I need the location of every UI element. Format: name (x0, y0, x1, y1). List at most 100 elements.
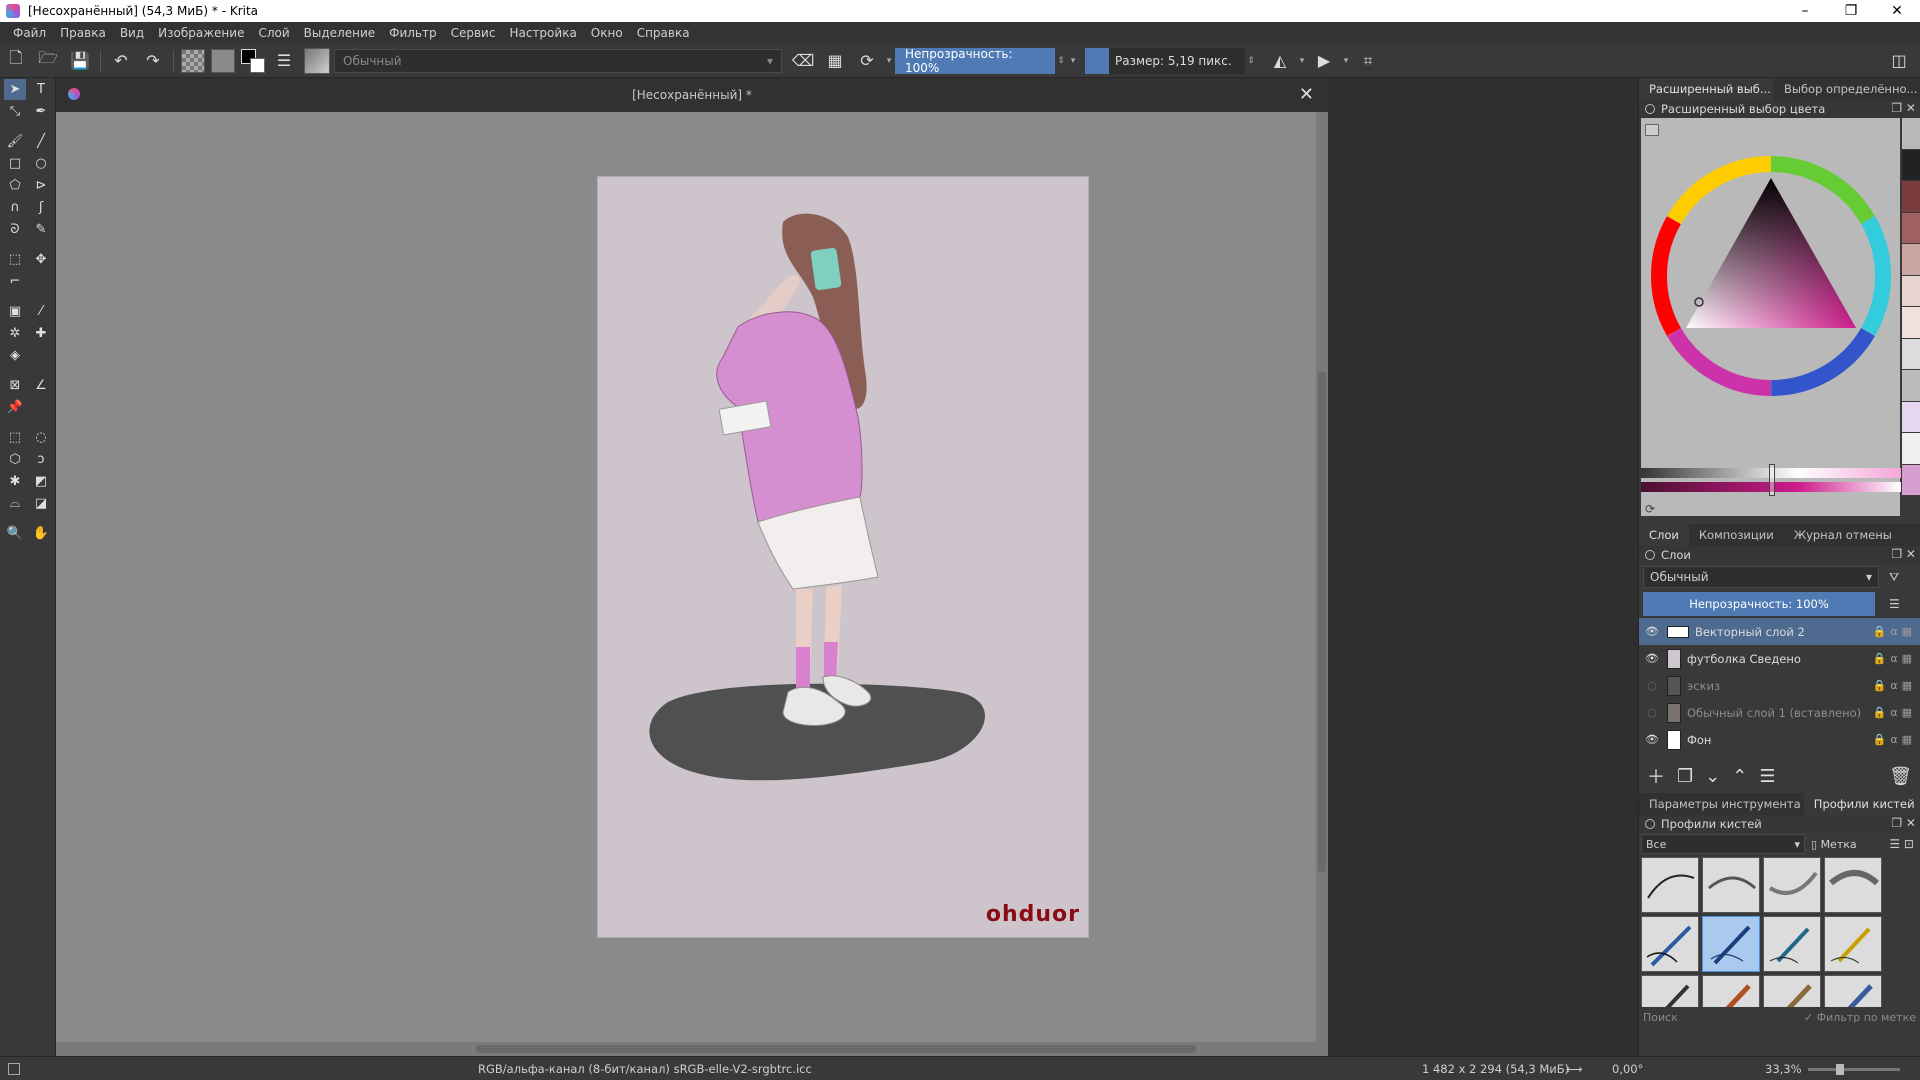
colorize-mask-tool-icon[interactable]: ✲ (4, 323, 26, 344)
gradient-tool-icon[interactable]: ▣ (4, 301, 26, 322)
tab-brush-presets[interactable]: Профили кистей (1803, 793, 1920, 815)
brush-preset[interactable] (1641, 857, 1699, 913)
similar-select-tool-icon[interactable]: ◩ (30, 471, 52, 492)
color-swatch[interactable] (1902, 401, 1920, 433)
panel-float-close-icons[interactable]: ❐ ✕ (1891, 547, 1916, 561)
magnetic-select-tool-icon[interactable]: ◪ (30, 493, 52, 514)
refresh-icon[interactable]: ⟳ (1645, 502, 1655, 516)
new-document-icon[interactable]: 🗋 (3, 48, 29, 74)
layer-opacity-slider[interactable]: Непрозрачность: 100% (1643, 592, 1875, 616)
brush-preset[interactable] (1763, 975, 1821, 1007)
polygon-tool-icon[interactable]: ⬠ (4, 175, 26, 196)
panel-float-close-icons[interactable]: ❐ ✕ (1891, 816, 1916, 830)
polyline-tool-icon[interactable]: ⊳ (30, 175, 52, 196)
add-layer-icon[interactable]: ＋ (1647, 763, 1665, 789)
pan-tool-icon[interactable]: ✋ (30, 523, 52, 544)
tab-compositions[interactable]: Композиции (1689, 524, 1784, 546)
brush-preset-selected[interactable] (1702, 916, 1760, 972)
freehand-path-tool-icon[interactable]: ʃ (30, 197, 52, 218)
save-icon[interactable]: 💾 (67, 48, 93, 74)
menu-tools[interactable]: Сервис (451, 26, 496, 40)
brush-tag-dropdown[interactable]: Все ▾ (1641, 834, 1805, 854)
menu-view[interactable]: Вид (120, 26, 144, 40)
chevron-down-icon[interactable]: ▾ (1340, 56, 1352, 66)
zoom-slider[interactable] (1808, 1064, 1900, 1075)
menu-filter[interactable]: Фильтр (389, 26, 436, 40)
layer-lock-alpha-icons[interactable]: 🔒α▦ (1873, 733, 1916, 746)
transform-tool-icon[interactable]: ⬚ (4, 249, 26, 270)
filter-by-tag-checkbox[interactable]: ✓ Фильтр по метке (1804, 1011, 1916, 1024)
line-tool-icon[interactable]: ╱ (30, 131, 52, 152)
dynamic-brush-tool-icon[interactable]: ᘐ (4, 219, 26, 240)
mirror-vertical-icon[interactable]: ▶ (1311, 48, 1337, 74)
layer-lock-alpha-icons[interactable]: 🔒α▦ (1873, 625, 1916, 638)
close-document-icon[interactable]: ✕ (1299, 84, 1314, 105)
minimize-button[interactable]: – (1782, 0, 1828, 22)
brush-size-slider[interactable]: Размер: 5,19 пикс. (1085, 47, 1245, 74)
edit-shapes-tool-icon[interactable]: ⤡ (4, 101, 26, 122)
crop-tool-icon[interactable]: ⌐ (4, 271, 26, 292)
horizontal-scroll-thumb[interactable] (476, 1045, 1196, 1053)
color-picker-tool-icon[interactable]: ⁄ (30, 301, 52, 322)
mirror-horizontal-icon[interactable]: ◭ (1267, 48, 1293, 74)
brush-preset[interactable] (1824, 916, 1882, 972)
visibility-eye-icon[interactable]: 👁 (1643, 733, 1661, 746)
hidden-eye-icon[interactable]: ○ (1643, 679, 1661, 692)
color-swatch[interactable] (1902, 307, 1920, 339)
eraser-mode-icon[interactable]: ⌫ (790, 48, 816, 74)
preserve-alpha-icon[interactable]: ▦ (822, 48, 848, 74)
document-tab[interactable]: [Несохранённый] * ✕ (56, 78, 1328, 112)
brush-tag-button[interactable]: ▯ Метка (1811, 838, 1857, 851)
color-swatch[interactable] (1902, 181, 1920, 213)
layer-properties-icon[interactable]: ☰ (1759, 766, 1775, 787)
selection-mode-icon[interactable] (8, 1062, 20, 1075)
color-swatch[interactable] (1902, 370, 1920, 402)
rotation-status[interactable]: 0,00° (1612, 1062, 1643, 1076)
freehand-brush-tool-icon[interactable]: 🖌 (4, 131, 26, 152)
brush-preset-thumbnail[interactable] (304, 47, 330, 74)
freehand-select-tool-icon[interactable]: ↄ (30, 449, 52, 470)
menu-file[interactable]: Файл (13, 26, 46, 40)
assistant-tool-icon[interactable]: ⊠ (4, 375, 26, 396)
visibility-eye-icon[interactable]: 👁 (1643, 625, 1661, 638)
bezier-select-tool-icon[interactable]: ⌓ (4, 493, 26, 514)
lock-icon[interactable] (1645, 819, 1655, 829)
menu-select[interactable]: Выделение (304, 26, 375, 40)
color-wheel[interactable] (1641, 148, 1901, 408)
rect-select-tool-icon[interactable]: ⬚ (4, 427, 26, 448)
move-layer-down-icon[interactable]: ⌄ (1705, 766, 1720, 787)
brush-preset[interactable] (1641, 916, 1699, 972)
brush-preset[interactable] (1763, 857, 1821, 913)
hidden-eye-icon[interactable]: ○ (1643, 706, 1661, 719)
pattern-selector[interactable] (181, 48, 205, 73)
wrap-around-icon[interactable]: ⌗ (1355, 48, 1381, 74)
color-swatch[interactable] (1902, 464, 1920, 496)
measure-tool-icon[interactable]: ∠ (30, 375, 52, 396)
gradient-selector[interactable] (211, 48, 235, 73)
ellipse-tool-icon[interactable]: ○ (30, 153, 52, 174)
color-swatch[interactable] (1902, 244, 1920, 276)
rectangle-tool-icon[interactable]: □ (4, 153, 26, 174)
menu-settings[interactable]: Настройка (509, 26, 576, 40)
menu-layer[interactable]: Слой (258, 26, 289, 40)
duplicate-layer-icon[interactable]: ❐ (1677, 766, 1693, 787)
calligraphy-tool-icon[interactable]: ✒ (30, 101, 52, 122)
layer-row[interactable]: 👁 Векторный слой 2 🔒α▦ (1639, 618, 1920, 645)
tab-specific-color-selector[interactable]: Выбор определённо... (1774, 78, 1920, 100)
maximize-button[interactable]: ❐ (1828, 0, 1874, 22)
layer-menu-icon[interactable]: ☰ (1889, 597, 1900, 611)
brush-settings-icon[interactable]: ☰ (271, 48, 297, 74)
menu-edit[interactable]: Правка (60, 26, 106, 40)
delete-layer-icon[interactable]: 🗑 (1889, 766, 1912, 787)
ellipse-select-tool-icon[interactable]: ◌ (30, 427, 52, 448)
blend-mode-dropdown[interactable]: Обычный ▾ (334, 48, 782, 73)
tab-advanced-color-selector[interactable]: Расширенный выб... (1639, 78, 1774, 100)
color-swatch[interactable] (1902, 118, 1920, 150)
multibrush-tool-icon[interactable]: ✎ (30, 219, 52, 240)
color-settings-icon[interactable] (1645, 124, 1659, 136)
reload-preset-icon[interactable]: ⟳ (854, 48, 880, 74)
tab-undo-history[interactable]: Журнал отмены (1784, 524, 1902, 546)
lock-icon[interactable] (1645, 104, 1655, 114)
layer-row[interactable]: ○ Обычный слой 1 (вставлено) 🔒α▦ (1639, 699, 1920, 726)
zoom-status[interactable]: 33,3% (1765, 1062, 1802, 1076)
